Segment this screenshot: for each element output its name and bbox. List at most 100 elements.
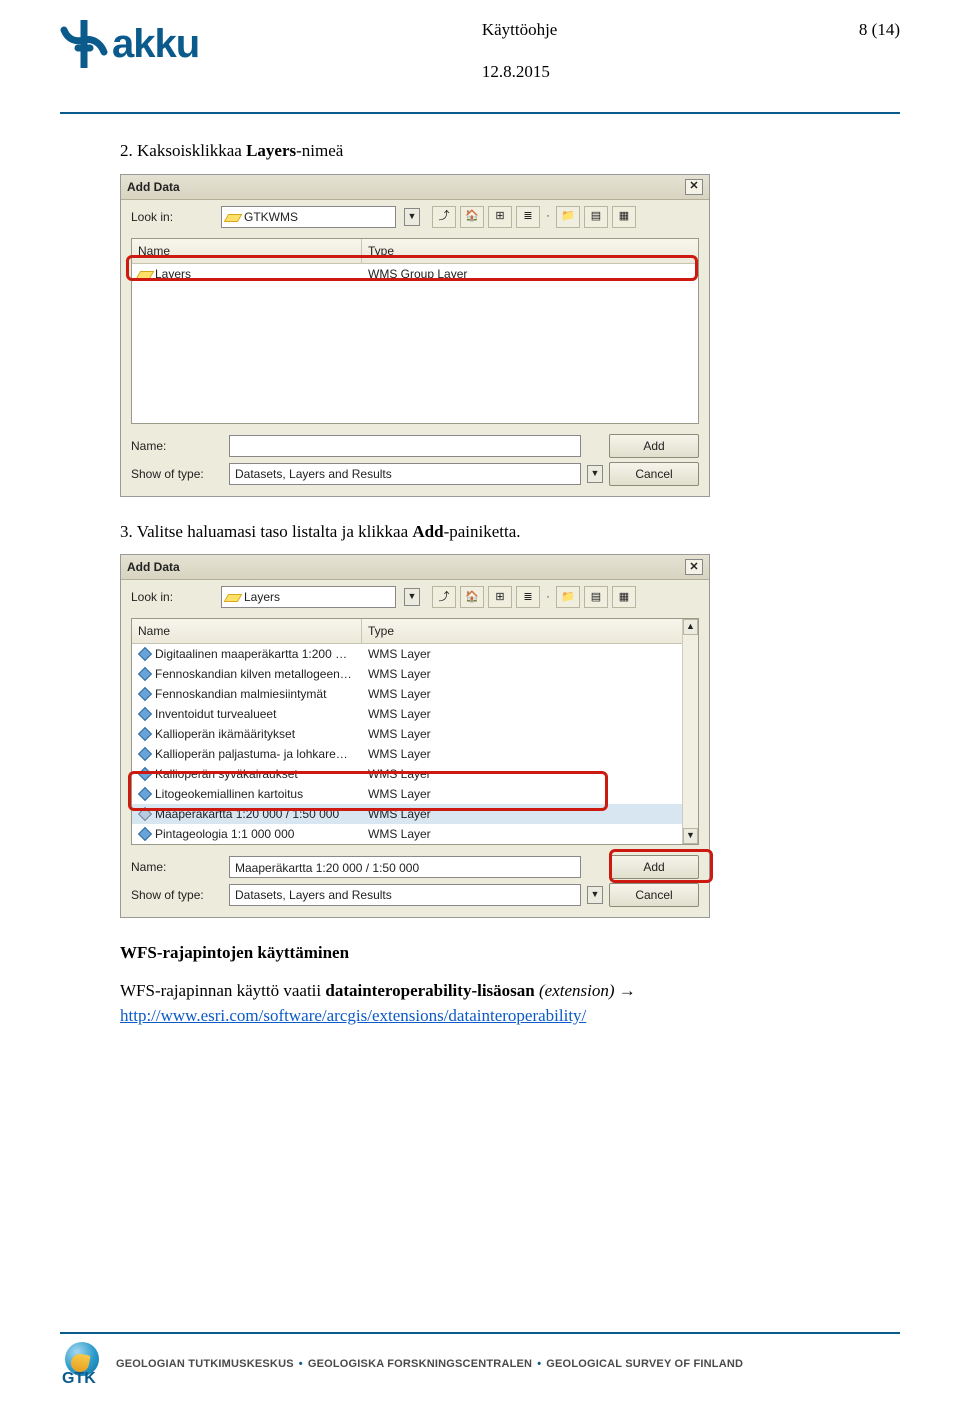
cancel-button[interactable]: Cancel	[609, 462, 699, 486]
list-item[interactable]: Kallioperän syväkairauksetWMS Layer	[132, 764, 682, 784]
showtype-select[interactable]: Datasets, Layers and Results	[229, 463, 581, 485]
scrollbar[interactable]: ▲ ▼	[682, 619, 698, 844]
page-number: 8 (14)	[840, 20, 900, 40]
layer-icon	[138, 687, 152, 701]
layers-icon	[138, 269, 152, 279]
lookin-select[interactable]: Layers	[221, 586, 396, 608]
home-icon[interactable]: 🏠	[460, 586, 484, 608]
layer-icon	[138, 647, 152, 661]
name-label: Name:	[131, 437, 223, 455]
scroll-down-icon[interactable]: ▼	[683, 828, 698, 844]
chevron-down-icon[interactable]: ▼	[587, 465, 603, 483]
list-body: Layers WMS Group Layer	[132, 264, 698, 292]
list-body: Digitaalinen maaperäkartta 1:200 …WMS La…	[132, 644, 698, 844]
scroll-up-icon[interactable]: ▲	[683, 619, 698, 635]
dialog-title-text: Add Data	[127, 178, 180, 196]
list-item[interactable]: Fennoskandian kilven metallogeen…WMS Lay…	[132, 664, 682, 684]
lookin-label: Look in:	[131, 588, 213, 606]
db-icon[interactable]: ▤	[584, 586, 608, 608]
close-button[interactable]: ✕	[685, 559, 703, 575]
layers-icon	[226, 592, 240, 602]
connect-icon[interactable]: ⊞	[488, 586, 512, 608]
up-folder-icon[interactable]: ⤴	[432, 206, 456, 228]
showtype-label: Show of type:	[131, 886, 223, 904]
home-icon[interactable]: 🏠	[460, 206, 484, 228]
name-input[interactable]: Maaperäkartta 1:20 000 / 1:50 000	[229, 856, 581, 878]
list-item[interactable]: Inventoidut turvealueetWMS Layer	[132, 704, 682, 724]
layer-icon	[138, 727, 152, 741]
layer-icon	[138, 707, 152, 721]
up-folder-icon[interactable]: ⤴	[432, 586, 456, 608]
col-name[interactable]: Name	[132, 619, 362, 643]
list-item[interactable]: Fennoskandian malmiesiintymätWMS Layer	[132, 684, 682, 704]
toolbar-buttons: ⤴ 🏠 ⊞ ≣ · 📁 ▤ ▦	[432, 206, 636, 228]
chevron-down-icon[interactable]: ▼	[404, 588, 420, 606]
layer-list[interactable]: Name Type Layers WMS Group Layer	[131, 238, 699, 424]
chevron-down-icon[interactable]: ▼	[404, 208, 420, 226]
wfs-paragraph: WFS-rajapinnan käyttö vaatii datainterop…	[120, 978, 840, 1029]
step-2: 2. Kaksoisklikkaa Layers-nimeä	[120, 138, 840, 164]
brand-text: akku	[112, 22, 199, 67]
close-button[interactable]: ✕	[685, 179, 703, 195]
list-item[interactable]: Kallioperän ikämäärityksetWMS Layer	[132, 724, 682, 744]
showtype-select[interactable]: Datasets, Layers and Results	[229, 884, 581, 906]
wfs-link[interactable]: http://www.esri.com/software/arcgis/exte…	[120, 1006, 586, 1025]
list-item[interactable]: Layers WMS Group Layer	[132, 264, 698, 284]
list-header: Name Type	[132, 619, 698, 644]
add-data-dialog-1: Add Data ✕ Look in: GTKWMS ▼ ⤴ 🏠 ⊞ ≣ · 📁…	[120, 174, 710, 497]
list-item[interactable]: Kallioperän paljastuma- ja lohkare…WMS L…	[132, 744, 682, 764]
page-header: akku Käyttöohje 12.8.2015 8 (14)	[0, 0, 960, 112]
list-item[interactable]: Maaperäkartta 1:20 000 / 1:50 000WMS Lay…	[132, 804, 682, 824]
step-3: 3. Valitse haluamasi taso listalta ja kl…	[120, 519, 840, 545]
lookin-select[interactable]: GTKWMS	[221, 206, 396, 228]
view-icon[interactable]: ▦	[612, 206, 636, 228]
list-header: Name Type	[132, 239, 698, 264]
gtk-logo-icon: GTK	[60, 1342, 104, 1386]
lookin-value: Layers	[244, 588, 280, 606]
sep-icon: ·	[544, 206, 552, 228]
view-icon[interactable]: ▦	[612, 586, 636, 608]
db-icon[interactable]: ▤	[584, 206, 608, 228]
dialog-title-text: Add Data	[127, 558, 180, 576]
add-data-dialog-2: Add Data ✕ Look in: Layers ▼ ⤴ 🏠 ⊞ ≣ · 📁…	[120, 554, 710, 918]
wfs-heading: WFS-rajapintojen käyttäminen	[120, 940, 840, 966]
add-button[interactable]: Add	[609, 434, 699, 458]
new-folder-icon[interactable]: 📁	[556, 206, 580, 228]
header-rule	[60, 112, 900, 114]
layer-icon	[138, 767, 152, 781]
col-type[interactable]: Type	[362, 619, 698, 643]
layer-icon	[138, 807, 152, 821]
col-type[interactable]: Type	[362, 239, 698, 263]
list-item[interactable]: Digitaalinen maaperäkartta 1:200 …WMS La…	[132, 644, 682, 664]
doc-date: 12.8.2015	[482, 62, 558, 82]
list-view-icon[interactable]: ≣	[516, 206, 540, 228]
lookin-label: Look in:	[131, 208, 213, 226]
layer-icon	[138, 747, 152, 761]
chevron-down-icon[interactable]: ▼	[587, 886, 603, 904]
doc-meta: Käyttöohje 12.8.2015	[482, 20, 558, 104]
name-label: Name:	[131, 858, 223, 876]
list-item[interactable]: Pintageologia 1:1 000 000WMS Layer	[132, 824, 682, 844]
list-view-icon[interactable]: ≣	[516, 586, 540, 608]
folder-icon	[226, 212, 240, 222]
footer-org-names: GEOLOGIAN TUTKIMUSKESKUS•GEOLOGISKA FORS…	[116, 1358, 743, 1370]
toolbar-buttons: ⤴ 🏠 ⊞ ≣ · 📁 ▤ ▦	[432, 586, 636, 608]
col-name[interactable]: Name	[132, 239, 362, 263]
layer-icon	[138, 667, 152, 681]
logo-icon	[60, 20, 108, 68]
connect-icon[interactable]: ⊞	[488, 206, 512, 228]
new-folder-icon[interactable]: 📁	[556, 586, 580, 608]
page-footer: GTK GEOLOGIAN TUTKIMUSKESKUS•GEOLOGISKA …	[0, 1332, 960, 1386]
lookin-value: GTKWMS	[244, 208, 298, 226]
sep-icon: ·	[544, 586, 552, 608]
layer-list[interactable]: Name Type Digitaalinen maaperäkartta 1:2…	[131, 618, 699, 845]
layer-icon	[138, 827, 152, 841]
doc-type: Käyttöohje	[482, 20, 558, 40]
layer-icon	[138, 787, 152, 801]
add-button[interactable]: Add	[609, 855, 699, 879]
list-item[interactable]: Litogeokemiallinen kartoitusWMS Layer	[132, 784, 682, 804]
brand-logo: akku	[60, 20, 199, 68]
cancel-button[interactable]: Cancel	[609, 883, 699, 907]
name-input[interactable]	[229, 435, 581, 457]
showtype-label: Show of type:	[131, 465, 223, 483]
